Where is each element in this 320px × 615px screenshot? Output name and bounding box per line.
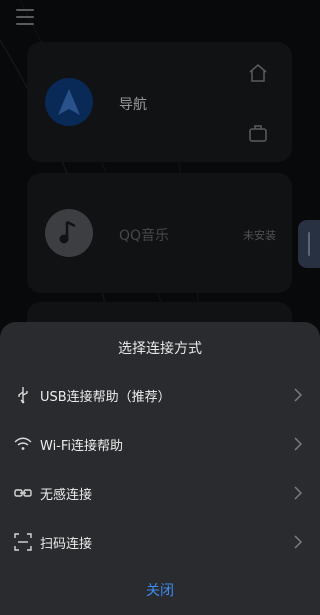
usb-icon [18,387,28,404]
option-wifi[interactable]: Wi-Fi连接帮助 [0,422,320,466]
connection-method-sheet: 选择连接方式 USB连接帮助（推荐） Wi-Fi连接帮助 无感连接 扫码连接 关… [0,322,320,615]
option-label: 扫码连接 [40,537,93,552]
option-scan-connect[interactable]: 扫码连接 [0,520,320,564]
option-usb[interactable]: USB连接帮助（推荐） [0,373,320,417]
option-label: Wi-Fi连接帮助 [40,439,124,454]
option-seamless-connect[interactable]: 无感连接 [0,471,320,515]
close-button[interactable]: 关闭 [110,578,210,604]
link-icon [14,489,32,497]
sheet-title: 选择连接方式 [118,341,202,357]
chevron-right-icon [294,388,302,402]
chevron-right-icon [294,437,302,451]
wifi-icon [14,437,32,450]
option-label: 无感连接 [40,488,93,503]
chevron-right-icon [294,535,302,549]
chevron-right-icon [294,486,302,500]
scan-icon [14,533,32,551]
option-label: USB连接帮助（推荐） [40,390,171,405]
